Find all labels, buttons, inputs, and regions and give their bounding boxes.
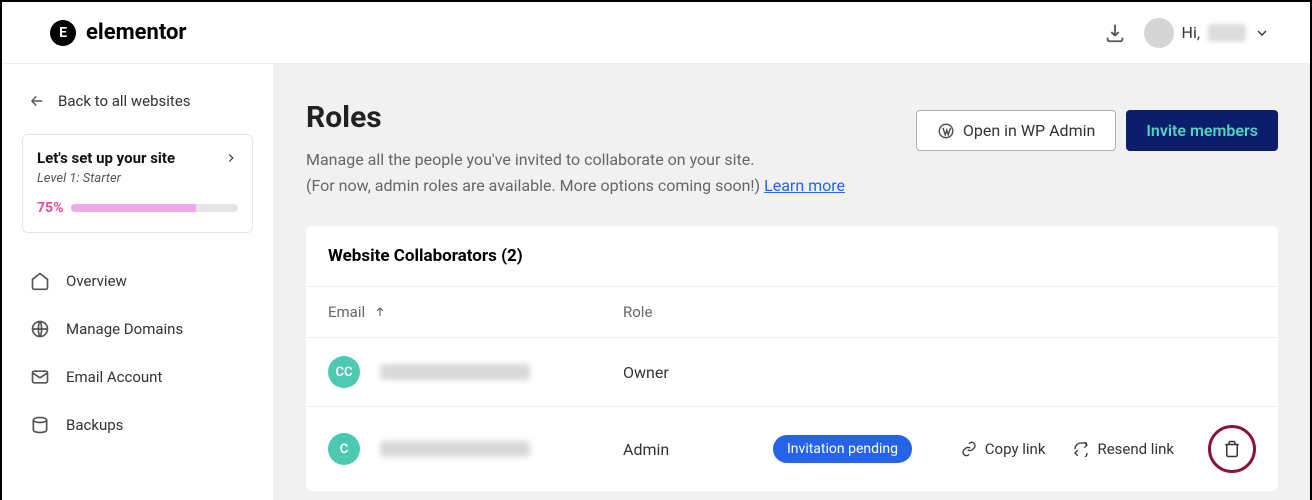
invite-members-button[interactable]: Invite members bbox=[1126, 110, 1278, 151]
brand-name: elementor bbox=[86, 20, 187, 45]
status-badge: Invitation pending bbox=[773, 435, 912, 463]
setup-card[interactable]: Let's set up your site Level 1: Starter … bbox=[22, 134, 253, 233]
sidebar-item-domains[interactable]: Manage Domains bbox=[22, 305, 253, 353]
learn-more-link[interactable]: Learn more bbox=[764, 176, 845, 195]
sidebar: Back to all websites Let's set up your s… bbox=[2, 64, 274, 500]
link-icon bbox=[961, 441, 977, 457]
avatar bbox=[1144, 18, 1174, 48]
sidebar-item-backups[interactable]: Backups bbox=[22, 401, 253, 449]
main-content: Roles Manage all the people you've invit… bbox=[274, 64, 1310, 500]
nav-label: Backups bbox=[66, 416, 123, 434]
brand-logo[interactable]: E elementor bbox=[50, 20, 187, 46]
email-redacted bbox=[380, 364, 530, 380]
nav-label: Overview bbox=[66, 272, 127, 290]
email-redacted bbox=[380, 441, 530, 457]
back-to-websites-link[interactable]: Back to all websites bbox=[28, 92, 247, 110]
wordpress-icon bbox=[937, 122, 955, 140]
refresh-icon bbox=[1073, 441, 1089, 457]
elementor-icon: E bbox=[50, 20, 76, 46]
page-description: Manage all the people you've invited to … bbox=[306, 147, 845, 198]
greeting-text: Hi, bbox=[1182, 23, 1200, 42]
copy-link-button[interactable]: Copy link bbox=[961, 440, 1046, 458]
table-row: CC Owner bbox=[306, 338, 1278, 407]
resend-link-button[interactable]: Resend link bbox=[1073, 440, 1174, 458]
nav-label: Manage Domains bbox=[66, 320, 183, 338]
arrow-left-icon bbox=[28, 92, 46, 110]
user-menu[interactable]: Hi, bbox=[1144, 18, 1270, 48]
nav-label: Email Account bbox=[66, 368, 162, 386]
globe-icon bbox=[30, 319, 50, 339]
open-wp-admin-button[interactable]: Open in WP Admin bbox=[916, 110, 1116, 151]
progress-bar bbox=[71, 204, 238, 212]
topbar: E elementor Hi, bbox=[2, 2, 1310, 64]
delete-collaborator-button[interactable] bbox=[1208, 425, 1256, 473]
topbar-right: Hi, bbox=[1104, 18, 1270, 48]
collaborators-card: Website Collaborators (2) Email Role CC … bbox=[306, 226, 1278, 491]
role-value: Owner bbox=[623, 363, 773, 382]
back-label: Back to all websites bbox=[58, 92, 191, 110]
column-email[interactable]: Email bbox=[328, 303, 623, 321]
database-icon bbox=[30, 415, 50, 435]
page-title: Roles bbox=[306, 100, 845, 135]
collaborator-avatar: C bbox=[328, 433, 360, 465]
collaborator-avatar: CC bbox=[328, 356, 360, 388]
column-role: Role bbox=[623, 303, 773, 321]
username-redacted bbox=[1208, 24, 1246, 42]
sidebar-item-overview[interactable]: Overview bbox=[22, 257, 253, 305]
table-row: C Admin Invitation pending Copy link Res… bbox=[306, 407, 1278, 491]
setup-percent: 75% bbox=[37, 200, 63, 216]
chevron-right-icon bbox=[224, 151, 238, 165]
chevron-down-icon bbox=[1254, 25, 1270, 41]
sidebar-item-email[interactable]: Email Account bbox=[22, 353, 253, 401]
setup-title: Let's set up your site bbox=[37, 149, 175, 167]
table-header: Email Role bbox=[306, 287, 1278, 338]
home-icon bbox=[30, 271, 50, 291]
setup-level: Level 1: Starter bbox=[37, 171, 238, 186]
mail-icon bbox=[30, 367, 50, 387]
download-icon[interactable] bbox=[1104, 22, 1126, 44]
role-value: Admin bbox=[623, 440, 773, 459]
collaborators-heading: Website Collaborators (2) bbox=[306, 226, 1278, 287]
arrow-up-icon bbox=[373, 305, 387, 319]
trash-icon bbox=[1223, 440, 1241, 458]
